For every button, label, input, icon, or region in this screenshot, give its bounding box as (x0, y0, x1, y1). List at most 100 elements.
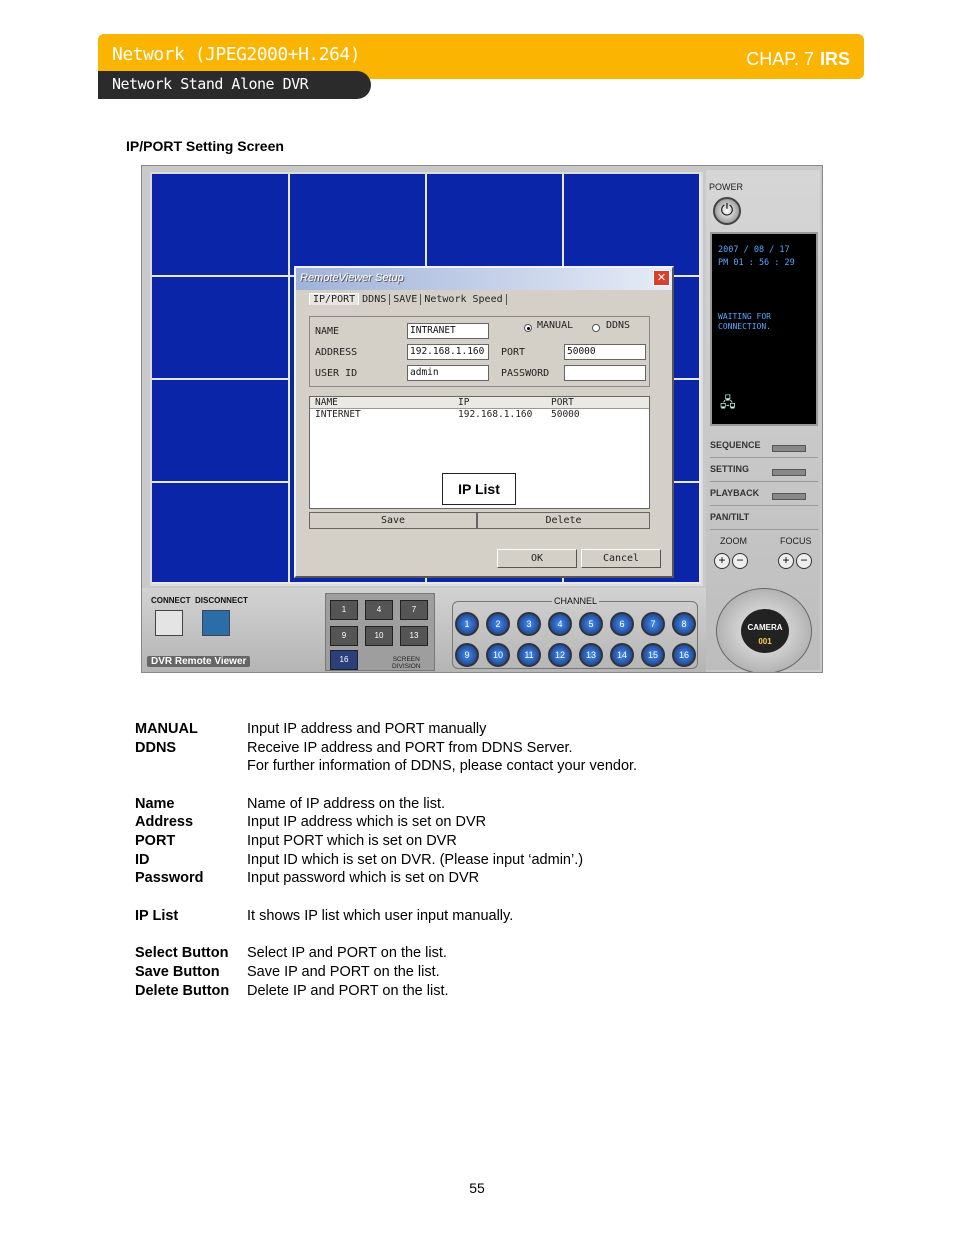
desc-term: ID (135, 852, 150, 868)
desc-term: IP List (135, 908, 179, 924)
desc-def: It shows IP list which user input manual… (247, 908, 514, 924)
delete-button[interactable]: Delete (477, 512, 650, 529)
chapter-number: CHAP. 7 (746, 49, 814, 69)
channel-11-button[interactable]: 11 (517, 643, 541, 667)
right-control-panel: POWER ⏻ 2007 / 08 / 17 PM 01 : 56 : 29 WA… (706, 170, 820, 672)
channel-16-button[interactable]: 16 (672, 643, 696, 667)
zoom-out-icon[interactable]: − (732, 553, 748, 569)
zoom-label: ZOOM (720, 536, 747, 546)
datetime-display: 2007 / 08 / 17 PM 01 : 56 : 29 (718, 244, 795, 270)
header-subtitle-bar: Network Stand Alone DVR (98, 71, 371, 99)
desc-term: MANUAL (135, 721, 198, 737)
focus-out-icon[interactable]: − (796, 553, 812, 569)
division-10-button[interactable]: 10 (365, 626, 393, 646)
division-13-button[interactable]: 13 (400, 626, 428, 646)
disconnect-icon[interactable] (202, 610, 230, 636)
video-cell[interactable] (564, 174, 701, 277)
close-icon[interactable]: ✕ (653, 270, 670, 286)
chapter-label: CHAP. 7 IRS (746, 49, 850, 70)
address-field[interactable]: 192.168.1.160 (407, 344, 489, 360)
power-icon[interactable]: ⏻ (713, 197, 741, 225)
focus-in-icon[interactable]: + (778, 553, 794, 569)
desc-term: Name (135, 796, 175, 812)
chapter-brand: IRS (819, 49, 850, 69)
desc-def: Delete IP and PORT on the list. (247, 983, 449, 999)
channel-7-button[interactable]: 7 (641, 612, 665, 636)
channel-3-button[interactable]: 3 (517, 612, 541, 636)
channel-10-button[interactable]: 10 (486, 643, 510, 667)
save-button[interactable]: Save (309, 512, 477, 529)
channel-14-button[interactable]: 14 (610, 643, 634, 667)
password-label: PASSWORD (501, 368, 550, 379)
channel-4-button[interactable]: 4 (548, 612, 572, 636)
cancel-button[interactable]: Cancel (581, 549, 661, 568)
channel-2-button[interactable]: 2 (486, 612, 510, 636)
name-field[interactable]: INTRANET (407, 323, 489, 339)
zoom-in-icon[interactable]: + (714, 553, 730, 569)
page-number: 55 (469, 1180, 485, 1196)
setting-button[interactable]: SETTING (710, 464, 818, 482)
password-field[interactable] (564, 365, 646, 381)
date-text: 2007 / 08 / 17 (718, 245, 790, 255)
power-label: POWER (709, 182, 744, 192)
channel-15-button[interactable]: 15 (641, 643, 665, 667)
video-cell[interactable] (152, 483, 290, 584)
camera-select-button[interactable]: CAMERA 001 (741, 609, 789, 653)
video-cell[interactable] (290, 174, 427, 277)
sequence-indicator (772, 445, 806, 452)
setting-indicator (772, 469, 806, 476)
playback-button[interactable]: PLAYBACK (710, 488, 818, 506)
ddns-radio[interactable] (592, 324, 600, 332)
setting-label: SETTING (710, 464, 750, 474)
row-port: 50000 (551, 409, 580, 420)
tab-network-speed[interactable]: Network Speed (421, 294, 507, 305)
desc-term: Save Button (135, 964, 220, 980)
video-cell[interactable] (152, 174, 290, 277)
tab-ip-port[interactable]: IP/PORT (309, 293, 360, 305)
sequence-button[interactable]: SEQUENCE (710, 440, 818, 458)
ok-button[interactable]: OK (497, 549, 577, 568)
row-name: INTERNET (315, 409, 361, 420)
screen-division-panel: 1 4 7 9 10 13 16 SCREEN DIVISION (325, 593, 435, 671)
remote-viewer-setup-dialog: RemoteViewer Setup ✕ IP/PORT DDNS SAVE Netw… (294, 266, 674, 578)
port-field[interactable]: 50000 (564, 344, 646, 360)
channel-5-button[interactable]: 5 (579, 612, 603, 636)
col-ip-header: IP (458, 397, 470, 408)
screen-division-label: SCREEN DIVISION (392, 656, 421, 670)
video-cell[interactable] (152, 277, 290, 380)
section-title: IP/PORT Setting Screen (126, 138, 284, 154)
ptz-joystick[interactable]: CAMERA 001 (716, 588, 812, 672)
division-9-button[interactable]: 9 (330, 626, 358, 646)
manual-label: MANUAL (537, 320, 574, 331)
connect-label: CONNECT (151, 596, 191, 605)
focus-label: FOCUS (780, 536, 812, 546)
desc-def: Save IP and PORT on the list. (247, 964, 440, 980)
division-4-button[interactable]: 4 (365, 600, 393, 620)
connection-status: WAITING FOR CONNECTION. (718, 312, 771, 332)
channel-13-button[interactable]: 13 (579, 643, 603, 667)
connect-icon[interactable] (155, 610, 183, 636)
channel-9-button[interactable]: 9 (455, 643, 479, 667)
status-display: 2007 / 08 / 17 PM 01 : 56 : 29 WAITING FO… (710, 232, 818, 426)
division-1-button[interactable]: 1 (330, 600, 358, 620)
division-16-button[interactable]: 16 (330, 650, 358, 670)
camera-label: CAMERA (747, 623, 783, 632)
time-text: PM 01 : 56 : 29 (718, 258, 795, 268)
manual-radio[interactable] (524, 324, 532, 332)
address-label: ADDRESS (315, 347, 358, 358)
userid-field[interactable]: admin (407, 365, 489, 381)
channel-6-button[interactable]: 6 (610, 612, 634, 636)
dialog-titlebar: RemoteViewer Setup (296, 268, 672, 290)
channel-12-button[interactable]: 12 (548, 643, 572, 667)
channel-1-button[interactable]: 1 (455, 612, 479, 636)
video-cell[interactable] (427, 174, 564, 277)
desc-def: Input IP address which is set on DVR (247, 814, 487, 830)
header-title: Network (JPEG2000+H.264) (112, 44, 361, 65)
desc-term: Password (135, 870, 204, 886)
channel-8-button[interactable]: 8 (672, 612, 696, 636)
video-cell[interactable] (152, 380, 290, 483)
division-7-button[interactable]: 7 (400, 600, 428, 620)
tab-ddns[interactable]: DDNS (359, 294, 391, 305)
table-row[interactable]: INTERNET 192.168.1.160 50000 (310, 409, 649, 421)
tab-save[interactable]: SAVE (390, 294, 422, 305)
